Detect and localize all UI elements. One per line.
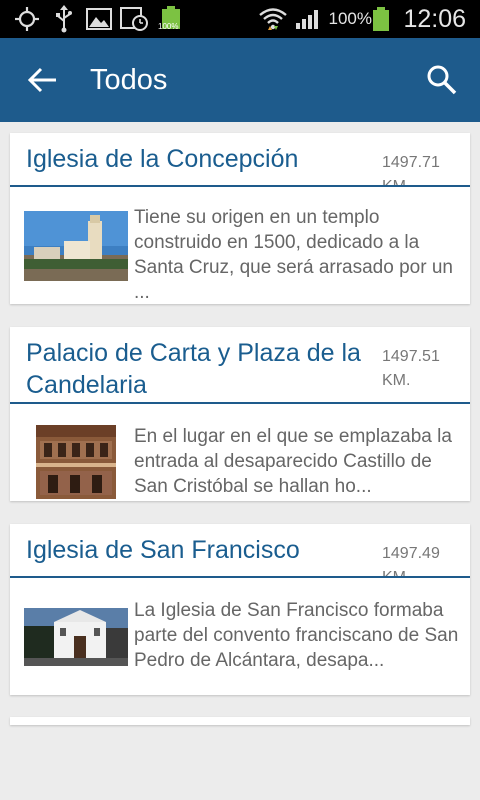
title-divider xyxy=(10,185,470,187)
app-bar: Todos xyxy=(0,38,480,122)
page-title: Todos xyxy=(90,64,168,96)
screenshot-clock-icon xyxy=(120,0,148,38)
arrow-back-icon xyxy=(27,67,56,93)
list-item[interactable]: Iglesia de San Francisco 1497.49 KM. La … xyxy=(10,524,470,695)
title-divider xyxy=(10,576,470,578)
battery-percent: 100% xyxy=(328,9,372,28)
list-item[interactable] xyxy=(10,717,470,725)
place-distance: 1497.71 KM. xyxy=(382,154,440,185)
place-distance: 1497.51 KM. xyxy=(382,348,440,389)
back-button[interactable] xyxy=(22,62,62,98)
place-thumbnail xyxy=(36,425,116,499)
place-title: Palacio de Carta y Plaza de la Candelari… xyxy=(26,339,361,399)
gallery-icon xyxy=(86,0,112,38)
place-thumbnail xyxy=(24,211,128,281)
search-icon xyxy=(427,65,457,95)
gps-icon xyxy=(14,0,40,38)
battery-icon xyxy=(371,0,391,38)
title-divider xyxy=(10,402,470,404)
place-description: Tiene su origen en un templo construido … xyxy=(134,207,453,303)
battery-percent-small: 100% xyxy=(158,22,179,31)
signal-icon xyxy=(294,0,322,38)
list-item[interactable]: Palacio de Carta y Plaza de la Candelari… xyxy=(10,327,470,501)
usb-icon xyxy=(54,0,74,38)
battery-full-icon xyxy=(160,0,182,38)
wifi-icon xyxy=(258,0,288,38)
clock: 12:06 xyxy=(403,5,466,33)
search-button[interactable] xyxy=(424,62,460,98)
list-item[interactable]: Iglesia de la Concepción 1497.71 KM. Tie… xyxy=(10,133,470,304)
place-thumbnail xyxy=(24,608,128,666)
status-bar: 100% 100% 12:06 xyxy=(0,0,480,38)
place-title: Iglesia de la Concepción xyxy=(26,145,299,173)
place-description: En el lugar en el que se emplazaba la en… xyxy=(134,426,452,497)
place-distance: 1497.49 KM. xyxy=(382,545,440,576)
place-description: La Iglesia de San Francisco formaba part… xyxy=(134,600,459,671)
place-title: Iglesia de San Francisco xyxy=(26,536,300,564)
